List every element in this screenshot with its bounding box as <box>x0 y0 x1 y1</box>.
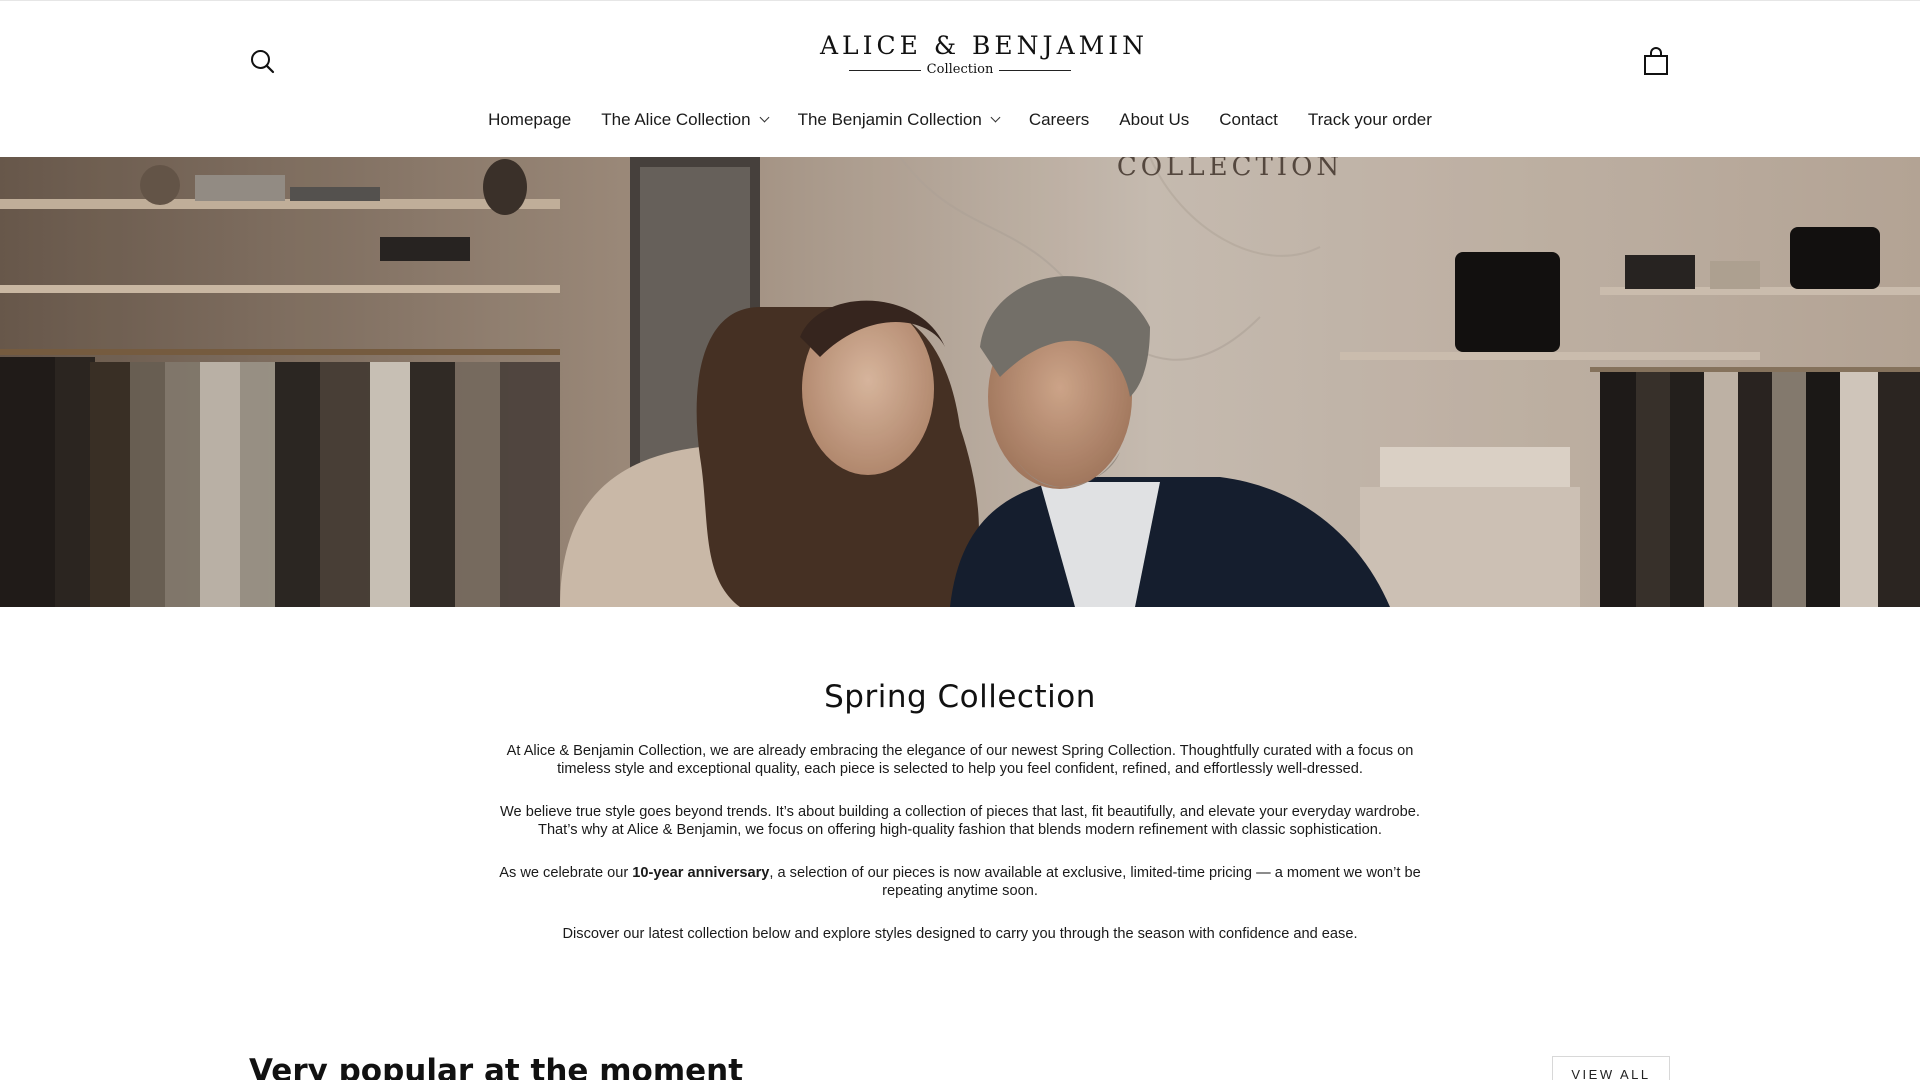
nav-label: The Alice Collection <box>601 110 751 129</box>
hero-banner-image: COLLECTION <box>0 157 1920 607</box>
paragraph-text: As we celebrate our <box>499 864 633 881</box>
nav-label: Homepage <box>488 110 572 129</box>
brand-logo[interactable]: ALICE & BENJAMIN Collection <box>820 31 1148 85</box>
chevron-down-icon <box>759 112 770 123</box>
intro-paragraph-4: Discover our latest collection below and… <box>562 925 1358 942</box>
nav-label: The Benjamin Collection <box>797 110 982 129</box>
brand-name: ALICE & BENJAMIN <box>820 31 1148 60</box>
cart-button[interactable] <box>1641 46 1671 78</box>
intro-paragraph-1: At Alice & Benjamin Collection, we are a… <box>506 743 1414 778</box>
search-icon <box>251 50 275 74</box>
logo-rule-left <box>848 69 921 71</box>
site-header: ALICE & BENJAMIN Collection Homepage The… <box>0 1 1920 157</box>
nav-careers[interactable]: Careers <box>1029 105 1089 135</box>
nav-about-us[interactable]: About Us <box>1119 105 1189 135</box>
nav-label: About Us <box>1119 110 1190 129</box>
hero-illustration: COLLECTION <box>0 157 1920 607</box>
anniversary-highlight: 10-year anniversary <box>632 864 770 881</box>
search-button[interactable] <box>248 47 278 77</box>
nav-alice-collection[interactable]: The Alice Collection <box>601 105 770 135</box>
logo-rule-right <box>999 69 1072 71</box>
intro-paragraph-2: We believe true style goes beyond trends… <box>500 803 1420 839</box>
nav-label: Contact <box>1219 110 1278 129</box>
chevron-down-icon <box>990 112 1001 123</box>
nav-benjamin-collection[interactable]: The Benjamin Collection <box>797 105 1001 135</box>
section-title: Spring Collection <box>824 679 1096 715</box>
paragraph-text: , a selection of our pieces is now avail… <box>769 864 1421 900</box>
nav-track-order[interactable]: Track your order <box>1308 105 1432 135</box>
nav-contact[interactable]: Contact <box>1219 105 1278 135</box>
main-navigation: Homepage The Alice Collection The Benjam… <box>0 105 1920 135</box>
nav-homepage[interactable]: Homepage <box>488 105 571 135</box>
view-all-button[interactable]: VIEW ALL <box>1552 1056 1670 1080</box>
nav-label: Careers <box>1028 110 1090 129</box>
spring-collection-intro: Spring Collection At Alice & Benjamin Co… <box>490 676 1430 967</box>
brand-subtitle: Collection <box>926 62 994 77</box>
intro-paragraph-3: As we celebrate our 10-year anniversary,… <box>490 864 1430 900</box>
shopping-bag-icon <box>1644 47 1668 75</box>
popular-section-title: Very popular at the moment <box>249 1053 744 1080</box>
nav-label: Track your order <box>1307 110 1432 129</box>
